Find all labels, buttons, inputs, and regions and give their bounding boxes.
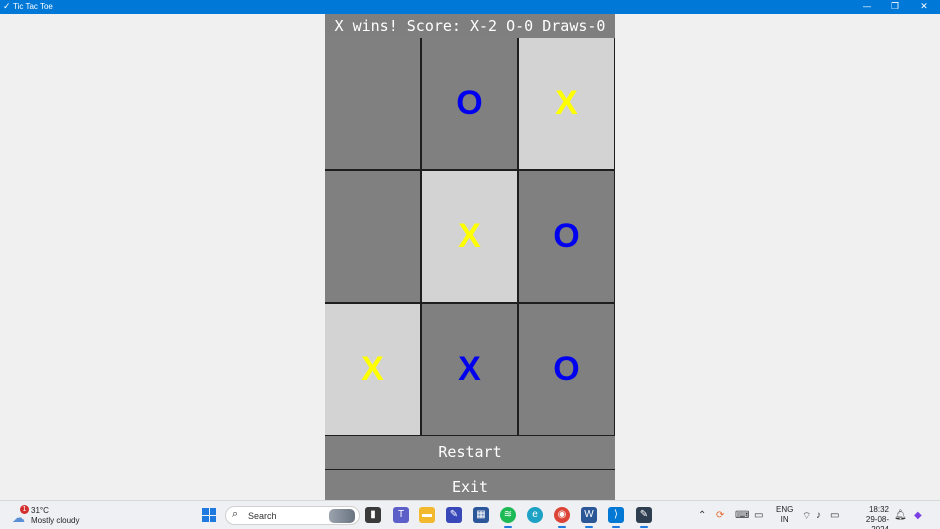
search-icon: ⌕ — [232, 508, 239, 520]
python-app-icon[interactable]: ✎ — [636, 507, 652, 528]
store-icon[interactable]: ▦ — [473, 507, 489, 523]
exit-button[interactable]: Exit — [325, 470, 615, 500]
cell-mark: O — [553, 350, 580, 388]
keyboard-icon[interactable]: ⌨ — [735, 510, 749, 521]
clock-date: 29-08-2024 — [865, 515, 889, 529]
chrome-icon[interactable]: ◉ — [554, 507, 570, 528]
cell-mark: X — [458, 350, 481, 388]
whiteboard-icon[interactable]: ✎ — [446, 507, 462, 523]
windows-logo-tile — [209, 508, 216, 515]
restart-button[interactable]: Restart — [325, 436, 615, 469]
window-title: Tic Tac Toe — [13, 2, 53, 11]
windows-logo-tile — [202, 515, 209, 522]
weather-condition: Mostly cloudy — [31, 516, 80, 525]
taskbar-search-box[interactable]: ⌕ Search — [225, 506, 360, 525]
language-indicator[interactable]: ENG IN — [776, 505, 793, 525]
display-icon[interactable]: ▭ — [754, 510, 763, 521]
pen-icon: ✓ — [3, 2, 11, 12]
maximize-button[interactable]: ❐ — [881, 0, 909, 14]
windows-logo-tile — [202, 508, 209, 515]
volume-icon[interactable]: ♪ — [816, 510, 821, 521]
minimize-button[interactable]: — — [853, 0, 881, 14]
close-button[interactable]: ✕ — [910, 0, 938, 14]
board-cell-0-0[interactable] — [325, 38, 420, 169]
vscode-icon[interactable]: ⟩ — [608, 507, 624, 528]
game-container: X wins! Score: X-2 O-0 Draws-0 O X X O X… — [325, 14, 615, 500]
title-bar: ✓ Tic Tac Toe — ❐ ✕ — [0, 0, 940, 14]
board-cell-1-2[interactable]: O — [519, 171, 614, 302]
board-cell-0-2[interactable]: X — [519, 38, 614, 169]
file-explorer-icon[interactable]: ▬ — [419, 507, 435, 523]
board-cell-1-0[interactable] — [325, 171, 420, 302]
board-cell-1-1[interactable]: X — [422, 171, 517, 302]
game-status-label: X wins! Score: X-2 O-0 Draws-0 — [325, 14, 615, 38]
board-cell-2-2[interactable]: O — [519, 304, 614, 435]
cell-mark: O — [553, 217, 580, 255]
wifi-icon[interactable]: ⌔ — [802, 510, 811, 523]
board-cell-2-1[interactable]: X — [422, 304, 517, 435]
region-code: IN — [780, 515, 789, 524]
battery-icon[interactable]: ▭ — [830, 510, 839, 521]
edge-icon[interactable]: e — [527, 507, 543, 523]
weather-temperature: 31°C — [31, 506, 49, 515]
board-cell-2-0[interactable]: X — [325, 304, 420, 435]
notification-bell-icon[interactable]: 🔔︎ — [894, 510, 907, 521]
language-code: ENG — [776, 505, 794, 514]
weather-widget[interactable]: ☁ 1 31°C Mostly cloudy — [10, 503, 100, 528]
system-clock[interactable]: 18:32 29-08-2024 — [849, 505, 889, 529]
notification-badge: 1 — [20, 505, 29, 514]
windows-logo-tile — [209, 515, 216, 522]
clock-time: 18:32 — [868, 505, 889, 514]
sync-icon[interactable]: ⟳ — [716, 510, 724, 521]
start-button[interactable] — [202, 508, 216, 522]
word-icon[interactable]: W — [581, 507, 597, 528]
show-hidden-icons-icon[interactable]: ⌃ — [698, 510, 706, 521]
search-highlight-image — [329, 509, 355, 523]
task-view-icon[interactable]: ▮ — [365, 507, 381, 523]
board-cell-0-1[interactable]: O — [422, 38, 517, 169]
cell-mark: X — [458, 217, 481, 255]
copilot-icon[interactable]: ◆ — [914, 510, 922, 521]
spotify-icon[interactable]: ≋ — [500, 507, 516, 528]
cell-mark: O — [456, 84, 483, 122]
cell-mark: X — [555, 84, 578, 122]
search-placeholder: Search — [248, 511, 277, 521]
teams-icon[interactable]: T — [393, 507, 409, 523]
taskbar: ☁ 1 31°C Mostly cloudy ⌕ Search ▮ T ▬ ✎ … — [0, 500, 940, 529]
cell-mark: X — [361, 350, 384, 388]
